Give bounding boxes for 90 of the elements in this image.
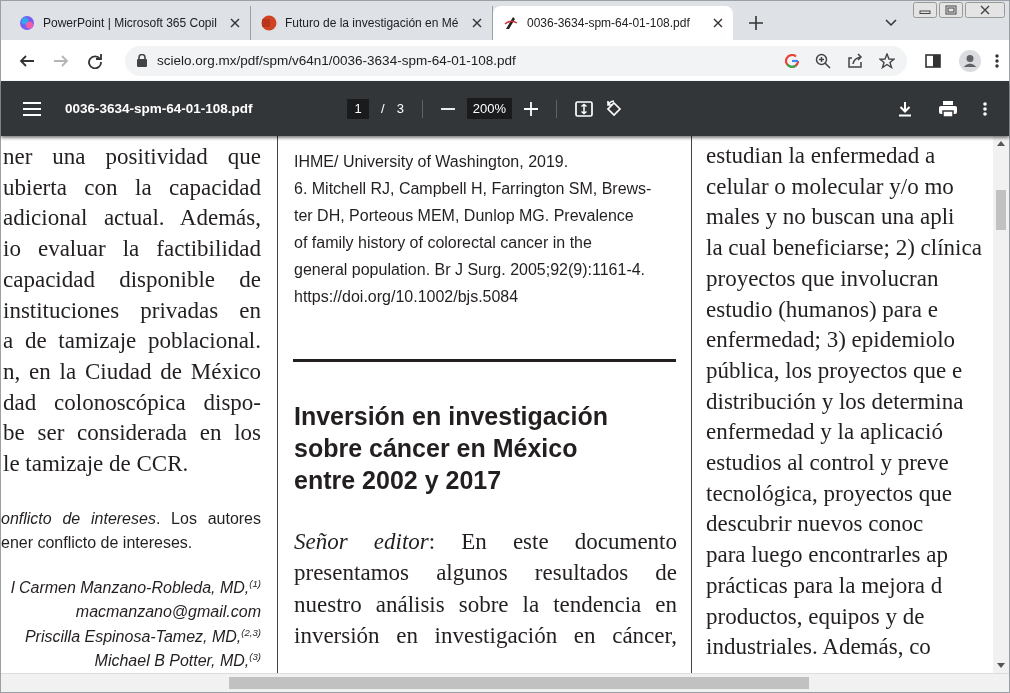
text-line: inversión en investigación en cáncer,: [294, 621, 677, 650]
reference-line: IHME/ University of Washington, 2019.: [294, 152, 570, 172]
address-bar[interactable]: scielo.org.mx/pdf/spm/v64n1/0036-3634-spm-64-01-108.pdf: [125, 45, 907, 76]
plus-icon[interactable]: [749, 16, 763, 30]
text-line: presentamos algunos resultados de: [294, 559, 677, 588]
app-logo-icon: [19, 15, 35, 31]
text-line: enfermedad; 3) epidemiolo: [706, 326, 957, 355]
article-heading: Inversión en investigación: [294, 401, 609, 432]
text-line: be ser considerada en los: [3, 419, 261, 448]
text-line: prácticas para la mejora d: [706, 571, 944, 600]
text-line: estudian la enfermedad a: [706, 142, 937, 170]
document-logo-icon: [503, 15, 519, 31]
article-heading: entre 2002 y 2017: [294, 465, 503, 496]
browser-tab[interactable]: 0036-3634-spm-64-01-108.pdf: [493, 6, 733, 40]
scrollbar-thumb[interactable]: [996, 190, 1006, 230]
multicolor-g-icon[interactable]: [785, 53, 799, 68]
text-line: ubierta con la capacidad: [3, 173, 261, 202]
back-arrow-icon[interactable]: [19, 52, 35, 69]
text-line: io evaluar la factibilidad: [3, 235, 261, 264]
share-icon[interactable]: [847, 52, 863, 69]
page-number-field[interactable]: 1: [347, 98, 369, 119]
zoom-field[interactable]: 200%: [466, 98, 513, 119]
text-line: productos, equipos y de: [706, 602, 926, 631]
more-icon[interactable]: [995, 52, 999, 69]
reference-line: of family history of colorectal cancer in the: [294, 233, 593, 253]
page-separator: /: [381, 101, 385, 116]
text-line: adicional actual. Además,: [3, 204, 261, 233]
text-line: para luego encontrarles ap: [706, 541, 950, 570]
page-count: 3: [396, 101, 404, 116]
close-icon[interactable]: [713, 18, 723, 28]
text-line: a de tamizaje poblacional.: [3, 327, 261, 356]
text-line: ener conflicto de intereses.: [1, 533, 194, 554]
lock-icon: [137, 54, 147, 67]
print-icon[interactable]: [939, 100, 957, 117]
author-line: macmanzano@gmail.com: [74, 602, 261, 623]
scrollbar-thumb[interactable]: [229, 677, 809, 689]
minimize-icon[interactable]: [913, 2, 937, 18]
text-line: enfermedad y la aplicació: [706, 418, 944, 447]
reference-line: ter DH, Porteous MEM, Dunlop MG. Prevalence: [294, 206, 635, 226]
star-icon[interactable]: [879, 52, 895, 69]
text-line: capacidad disponible de: [3, 265, 261, 294]
text-line: industriales. Además, co: [706, 633, 932, 662]
text-line: pública, los proyectos que e: [706, 356, 964, 385]
file-name: 0036-3634-spm-64-01-108.pdf: [65, 101, 253, 116]
menu-icon[interactable]: [23, 101, 41, 116]
text-line: estudios al control y preve: [706, 449, 950, 478]
rotate-icon[interactable]: [605, 99, 624, 118]
fit-page-icon[interactable]: [575, 100, 594, 117]
horizontal-scrollbar[interactable]: [1, 673, 1009, 692]
profile-avatar-icon[interactable]: [959, 49, 981, 72]
text-line: estudio (humanos) para e: [706, 295, 939, 324]
author-line: Priscilla Espinosa-Tamez, MD,$^{(2,3)}$: [23, 625, 261, 647]
text-line: ner una positividad que: [3, 143, 261, 171]
text-line: onflicto de intereses. Los autores: [1, 508, 261, 529]
vertical-scrollbar[interactable]: [993, 136, 1009, 673]
tab-title: 0036-3634-spm-64-01-108.pdf: [527, 16, 691, 30]
url-text: scielo.org.mx/pdf/spm/v64n1/0036-3634-spm-64-01-108.pdf: [157, 53, 517, 68]
text-line: dad colonoscópica dispo-: [3, 388, 261, 417]
text-line: distribución y los determina: [706, 387, 965, 416]
text-line: celular o molecular y/o mo: [706, 172, 955, 201]
scroll-up-arrow-icon[interactable]: [997, 141, 1005, 146]
text-line: tecnológica, proyectos que: [706, 479, 953, 508]
close-icon[interactable]: [472, 18, 482, 28]
article-heading: sobre cáncer en México: [294, 433, 579, 464]
slides-app-icon: [261, 15, 277, 31]
author-line: Michael B Potter, MD,$^{(3)}$: [93, 649, 261, 672]
side-panel-icon[interactable]: [925, 52, 941, 69]
text-line: le tamizaje de CCR.: [3, 450, 190, 479]
text-line: proyectos que involucran: [706, 264, 940, 293]
close-icon[interactable]: [965, 2, 1005, 18]
close-icon[interactable]: [230, 18, 240, 28]
download-icon[interactable]: [897, 100, 913, 117]
reload-icon[interactable]: [87, 52, 103, 69]
reference-line: general population. Br J Surg. 2005;92(9):1161-4.: [294, 260, 647, 280]
tab-title: PowerPoint | Microsoft 365 Copil: [43, 16, 218, 30]
more-icon[interactable]: [983, 100, 987, 117]
text-line: nuestro análisis sobre la tendencia en: [294, 590, 677, 619]
chevron-down-icon[interactable]: [885, 19, 897, 27]
text-line: descubrir nuevos conoc: [706, 510, 925, 539]
text-line: n, en la Ciudad de México: [3, 357, 261, 386]
text-line: la cual beneficiarse; 2) clínica: [706, 234, 983, 263]
text-line: instituciones privadas en: [3, 296, 261, 325]
tab-title: Futuro de la investigación en Mé: [285, 16, 460, 30]
scroll-down-arrow-icon[interactable]: [997, 663, 1005, 668]
zoom-icon[interactable]: [815, 52, 831, 69]
author-line: l Carmen Manzano-Robleda, MD,$^{(1)}$: [9, 576, 261, 598]
text-line: males y no buscan una apli: [706, 203, 956, 232]
text-line: Señor editor: En este documento: [294, 528, 677, 556]
reference-line: https://doi.org/10.1002/bjs.5084: [294, 287, 520, 307]
reference-line: 6. Mitchell RJ, Campbell H, Farrington SM, Brews-: [294, 179, 653, 199]
